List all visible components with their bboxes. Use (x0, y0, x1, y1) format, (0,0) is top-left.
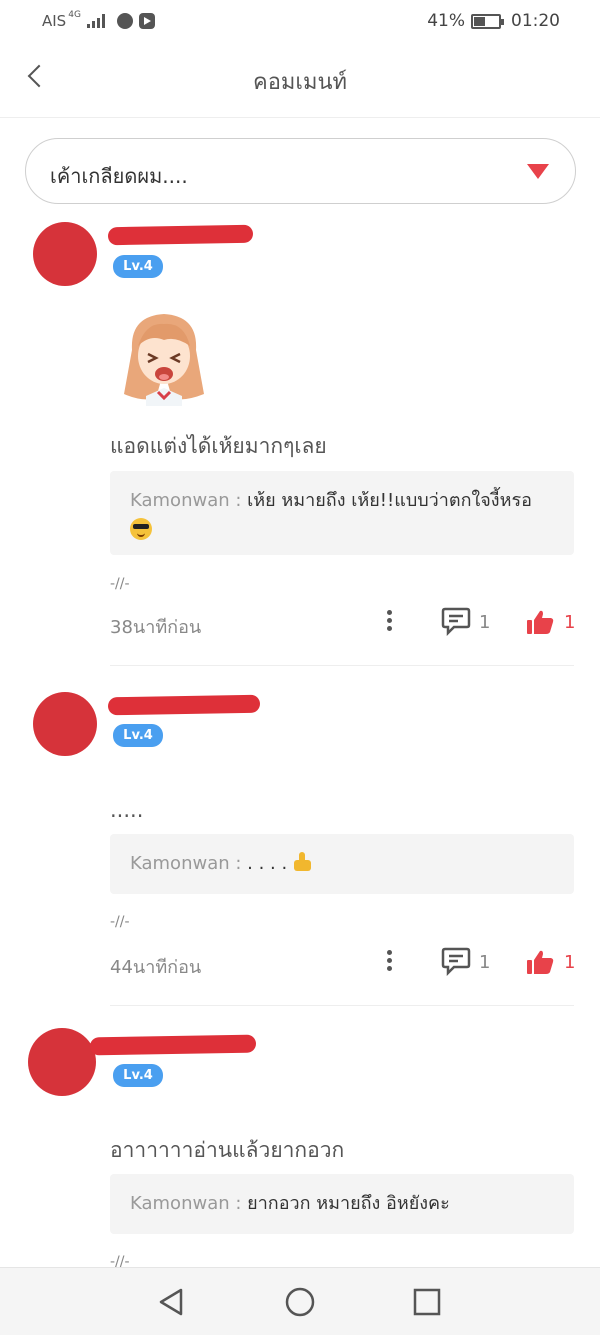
reply-author: Kamonwan : (130, 853, 248, 874)
back-triangle-icon[interactable] (156, 1286, 188, 1318)
reply-author: Kamonwan : (130, 490, 248, 511)
notification-app-icon (116, 13, 133, 29)
separator-mark: -//- (110, 576, 130, 592)
status-left: AIS 4G (42, 10, 155, 30)
level-badge: Lv.4 (113, 1064, 163, 1087)
video-app-icon (138, 13, 155, 29)
author-reply-box: Kamonwan : เห้ย หมายถึง เห้ย!!แบบว่าตกใจ… (110, 471, 574, 555)
avatar[interactable] (28, 1028, 96, 1096)
clock: 01:20 (511, 11, 560, 31)
comment-text: แอดแต่งได้เห้ยมากๆเลย (110, 434, 327, 458)
status-right: 41% 01:20 (427, 11, 560, 31)
redacted-username (107, 694, 261, 716)
dropdown-selected-value: เค้าเกลียดผม.... (50, 164, 188, 188)
separator-mark: -//- (110, 914, 130, 930)
comment-text: ..... (110, 798, 144, 822)
app-header: คอมเมนท์ (0, 44, 600, 118)
comment-time: 38นาทีก่อน (110, 617, 202, 638)
redacted-username (89, 1034, 257, 1056)
author-reply-content: Kamonwan : เห้ย หมายถึง เห้ย!!แบบว่าตกใจ… (130, 486, 558, 546)
comment-item: Lv.4 ..... Kamonwan : . . . . -//- 44นาท… (0, 666, 600, 1006)
author-reply-content: Kamonwan : . . . . (130, 849, 558, 879)
avatar[interactable] (33, 222, 97, 286)
reply-bubble-icon[interactable] (441, 606, 471, 636)
system-navigation-bar (0, 1267, 600, 1335)
level-badge: Lv.4 (113, 255, 163, 278)
reply-author: Kamonwan : (130, 1193, 248, 1214)
signal-icon (86, 14, 105, 28)
more-options-icon[interactable] (385, 950, 393, 974)
like-count: 1 (564, 952, 576, 973)
like-count: 1 (564, 612, 576, 633)
status-bar: AIS 4G 41% 01:20 (0, 0, 600, 44)
battery-percent: 41% (427, 11, 465, 31)
reply-count: 1 (479, 952, 491, 973)
chapter-filter-dropdown[interactable]: เค้าเกลียดผม.... (25, 138, 576, 204)
redacted-username (107, 224, 254, 246)
battery-icon (471, 13, 504, 29)
reply-count: 1 (479, 612, 491, 633)
comment-time: 44นาทีก่อน (110, 957, 202, 978)
recents-square-icon[interactable] (411, 1286, 443, 1318)
reply-text: ยากอวก หมายถึง อิหยังคะ (247, 1193, 450, 1214)
comment-text: อาาาาาาอ่านแล้วยากอวก (110, 1138, 345, 1162)
comment-item: Lv.4 อาาาาาาอ่านแล้วยากอวก Kamonwan : ยา… (0, 1006, 600, 1270)
home-circle-icon[interactable] (284, 1286, 316, 1318)
author-reply-box: Kamonwan : ยากอวก หมายถึง อิหยังคะ (110, 1174, 574, 1234)
level-badge: Lv.4 (113, 724, 163, 747)
network-label: 4G (68, 10, 81, 20)
thumbs-up-emoji-icon (293, 852, 313, 872)
thumbs-up-icon[interactable] (526, 949, 554, 975)
thumbs-up-icon[interactable] (526, 609, 554, 635)
more-options-icon[interactable] (385, 610, 393, 634)
reply-bubble-icon[interactable] (441, 946, 471, 976)
caret-down-icon (527, 164, 549, 179)
sunglasses-emoji-icon (130, 518, 152, 540)
carrier-label: AIS (42, 12, 67, 30)
page-title: คอมเมนท์ (253, 70, 347, 95)
avatar[interactable] (33, 692, 97, 756)
author-reply-box: Kamonwan : . . . . (110, 834, 574, 894)
reply-text: . . . . (247, 853, 293, 874)
anime-girl-sticker (124, 314, 204, 406)
comment-item: Lv.4 แอดแต่งได้เห้ยมากๆเลย Kamonwan : เห… (0, 210, 600, 666)
author-reply-content: Kamonwan : ยากอวก หมายถึง อิหยังคะ (130, 1189, 558, 1219)
reply-text: เห้ย หมายถึง เห้ย!!แบบว่าตกใจงี้หรอ (247, 490, 532, 511)
